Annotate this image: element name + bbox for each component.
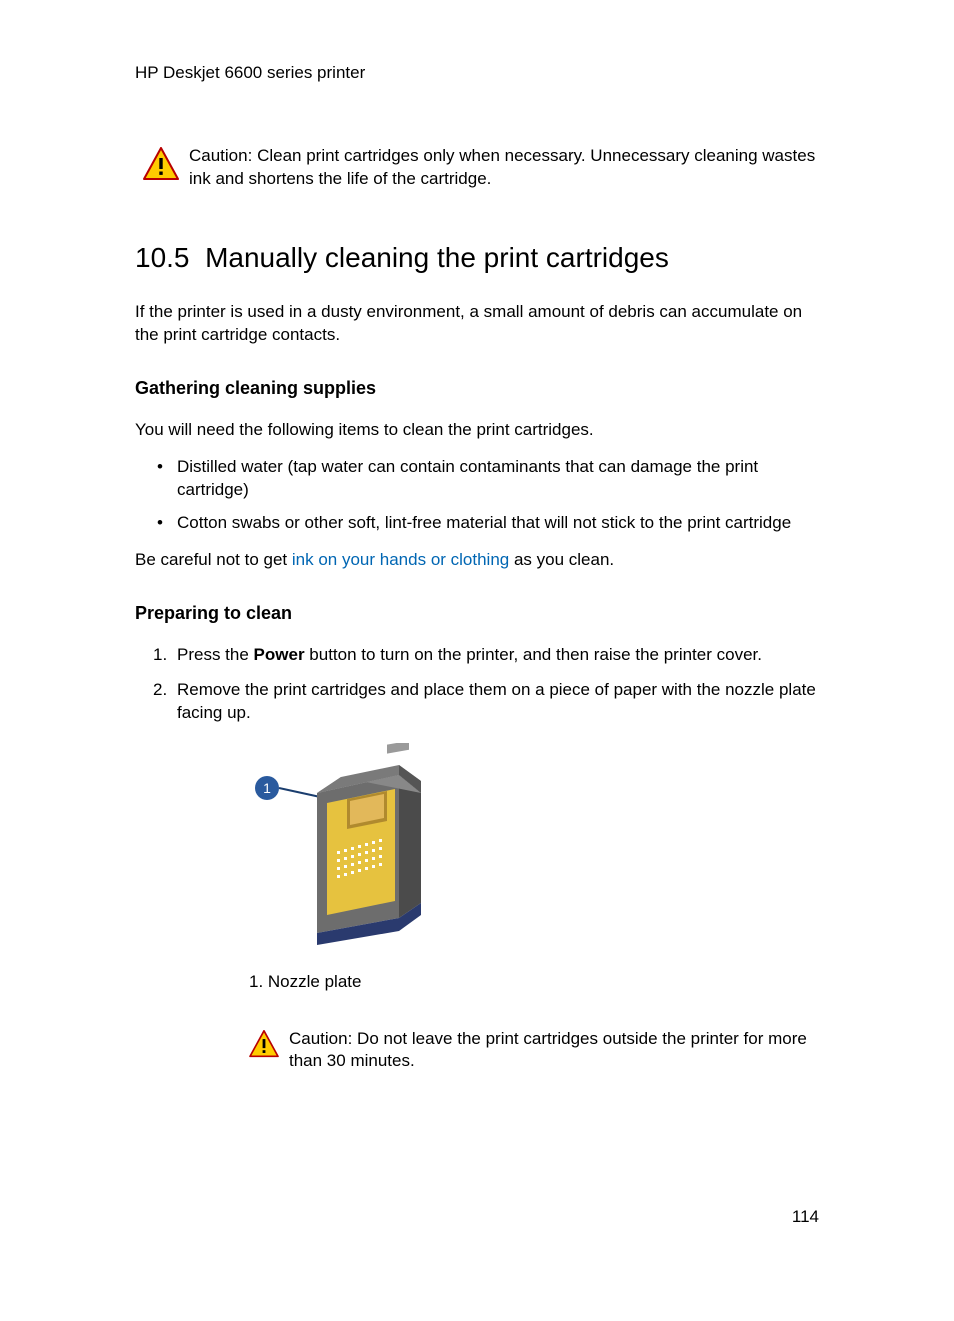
section-title: 10.5 Manually cleaning the print cartrid… [135,239,819,277]
preparing-heading: Preparing to clean [135,601,819,625]
figure-wrap: 1 [177,741,819,951]
section-title-text: Manually cleaning the print cartridges [205,242,669,273]
section-intro: If the printer is used in a dusty enviro… [135,301,819,347]
document-header: HP Deskjet 6600 series printer [135,62,819,85]
caution-body: Do not leave the print cartridges outsid… [289,1029,807,1071]
caution-block-top: Caution: Clean print cartridges only whe… [135,145,819,191]
list-item: Distilled water (tap water can contain c… [173,456,819,502]
caution-body: Clean print cartridges only when necessa… [189,146,815,188]
list-item: Cotton swabs or other soft, lint-free ma… [173,512,819,535]
careful-suffix: as you clean. [509,550,614,569]
supplies-list: Distilled water (tap water can contain c… [135,456,819,535]
step-1: Press the Power button to turn on the pr… [157,644,819,667]
caution-icon [249,1030,279,1058]
svg-text:1: 1 [263,780,271,796]
caution-text: Caution: Clean print cartridges only whe… [189,145,819,191]
caution-label: Caution: [189,146,252,165]
caution-icon [143,147,179,181]
caution-block-inline: Caution: Do not leave the print cartridg… [177,1028,819,1074]
careful-text: Be careful not to get ink on your hands … [135,549,819,572]
caution-text-inline: Caution: Do not leave the print cartridg… [289,1028,809,1074]
figure-caption: 1. Nozzle plate [177,971,819,994]
step2-text: Remove the print cartridges and place th… [177,680,816,722]
section-number: 10.5 [135,242,190,273]
cartridge-figure: 1 [249,741,459,951]
supplies-lead: You will need the following items to cle… [135,419,819,442]
ink-link[interactable]: ink on your hands or clothing [292,550,509,569]
careful-prefix: Be careful not to get [135,550,292,569]
step-2: Remove the print cartridges and place th… [157,679,819,1074]
power-label: Power [254,645,305,664]
page-number: 114 [792,1206,819,1229]
caution-label: Caution: [289,1029,352,1048]
step-text-suffix: button to turn on the printer, and then … [305,645,762,664]
step-text-prefix: Press the [177,645,254,664]
supplies-heading: Gathering cleaning supplies [135,376,819,400]
preparing-steps: Press the Power button to turn on the pr… [135,644,819,1074]
